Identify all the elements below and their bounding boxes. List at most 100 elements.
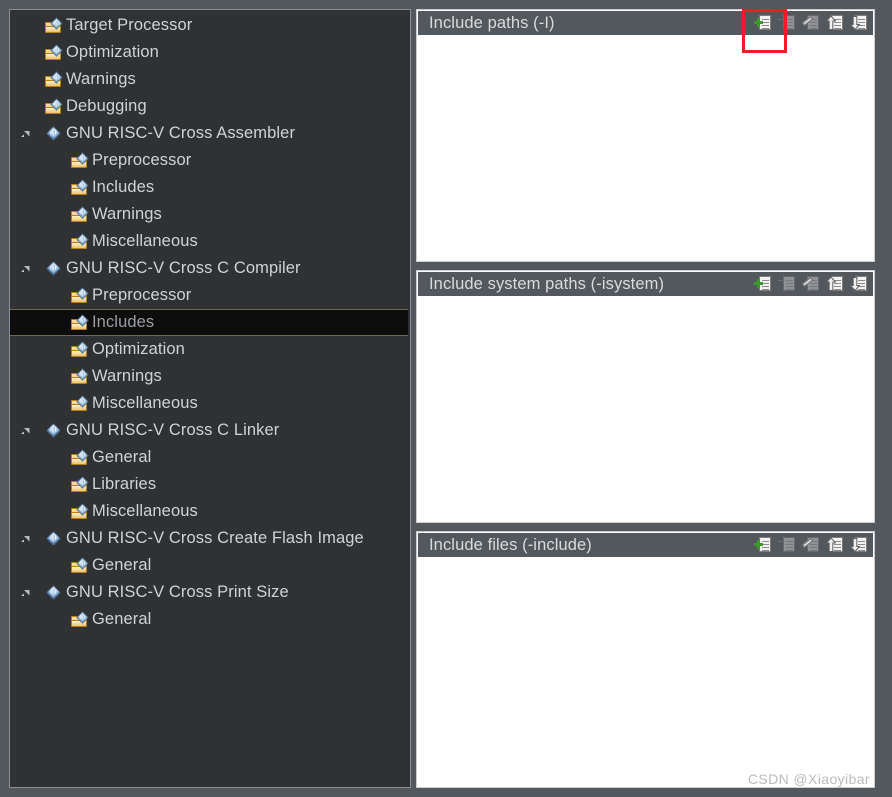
tree-item-preprocessor[interactable]: Preprocessor bbox=[10, 282, 410, 309]
include-paths-toolbar bbox=[754, 14, 867, 32]
tree-item-label: Optimization bbox=[92, 340, 185, 358]
tree-item-label: Preprocessor bbox=[92, 286, 192, 304]
folder-tool-icon bbox=[71, 394, 89, 412]
tree-item-label: Includes bbox=[92, 313, 155, 331]
include-paths-add-icon[interactable] bbox=[754, 14, 771, 32]
tree-item-label: Target Processor bbox=[66, 16, 193, 34]
folder-tool-icon bbox=[71, 232, 89, 250]
include-system-paths-header: Include system paths (-isystem) bbox=[417, 271, 874, 297]
include-system-paths-toolbar bbox=[754, 275, 867, 293]
include-files-panel[interactable]: Include files (-include) bbox=[416, 531, 875, 788]
tree-item-label: General bbox=[92, 556, 152, 574]
tree-item-label: GNU RISC-V Cross Create Flash Image bbox=[66, 529, 364, 547]
tree-item-includes[interactable]: Includes bbox=[10, 174, 410, 201]
include-files-title: Include files (-include) bbox=[429, 535, 592, 554]
folder-tool-icon bbox=[45, 97, 63, 115]
plus-shape bbox=[754, 279, 763, 288]
up-arrow-shape bbox=[826, 277, 836, 291]
up-arrow-shape bbox=[826, 538, 836, 552]
tree-list[interactable]: Target Processor Optimization Warnings Debu… bbox=[10, 10, 410, 633]
tree-item-debugging[interactable]: Debugging bbox=[10, 93, 410, 120]
include-system-paths-move-down-icon[interactable] bbox=[850, 275, 867, 293]
watermark: CSDN @Xiaoyibar bbox=[747, 771, 870, 787]
include-files-add-icon[interactable] bbox=[754, 536, 771, 554]
up-arrow-shape bbox=[826, 16, 836, 30]
include-system-paths-move-up-icon[interactable] bbox=[826, 275, 843, 293]
include-files-move-down-icon[interactable] bbox=[850, 536, 867, 554]
tree-item-miscellaneous[interactable]: Miscellaneous bbox=[10, 228, 410, 255]
tree-item-target-processor[interactable]: Target Processor bbox=[10, 12, 410, 39]
folder-tool-icon bbox=[71, 286, 89, 304]
tree-item-general[interactable]: General bbox=[10, 552, 410, 579]
folder-tool-icon bbox=[71, 556, 89, 574]
tree-item-label: Miscellaneous bbox=[92, 502, 198, 520]
tree-item-label: GNU RISC-V Cross C Linker bbox=[66, 421, 280, 439]
folder-tool-icon bbox=[71, 367, 89, 385]
twisty-expanded-icon[interactable] bbox=[20, 129, 31, 140]
include-system-paths-list[interactable] bbox=[417, 297, 874, 522]
include-paths-panel[interactable]: Include paths (-I) bbox=[416, 9, 875, 262]
include-paths-edit-icon[interactable] bbox=[801, 14, 819, 32]
folder-tool-icon bbox=[45, 43, 63, 61]
folder-tool-icon bbox=[71, 205, 89, 223]
twisty-expanded-icon[interactable] bbox=[20, 534, 31, 545]
include-system-paths-add-icon[interactable] bbox=[754, 275, 771, 293]
tree-item-miscellaneous[interactable]: Miscellaneous bbox=[10, 390, 410, 417]
tree-item-gnu-risc-v-cross-print-size[interactable]: GNU RISC-V Cross Print Size bbox=[10, 579, 410, 606]
tree-item-gnu-risc-v-cross-assembler[interactable]: GNU RISC-V Cross Assembler bbox=[10, 120, 410, 147]
include-files-move-up-icon[interactable] bbox=[826, 536, 843, 554]
tree-item-gnu-risc-v-cross-c-linker[interactable]: GNU RISC-V Cross C Linker bbox=[10, 417, 410, 444]
tree-item-preprocessor[interactable]: Preprocessor bbox=[10, 147, 410, 174]
tree-item-miscellaneous[interactable]: Miscellaneous bbox=[10, 498, 410, 525]
tree-item-warnings[interactable]: Warnings bbox=[10, 363, 410, 390]
include-paths-delete-icon[interactable] bbox=[778, 14, 795, 32]
include-paths-title: Include paths (-I) bbox=[429, 13, 555, 32]
tree-item-label: Libraries bbox=[92, 475, 157, 493]
folder-tool-icon bbox=[45, 70, 63, 88]
tree-item-libraries[interactable]: Libraries bbox=[10, 471, 410, 498]
tree-item-warnings[interactable]: Warnings bbox=[10, 201, 410, 228]
plus-shape bbox=[754, 18, 763, 27]
tree-item-warnings[interactable]: Warnings bbox=[10, 66, 410, 93]
include-files-delete-icon[interactable] bbox=[778, 536, 795, 554]
notch-shape bbox=[778, 275, 784, 281]
include-paths-move-up-icon[interactable] bbox=[826, 14, 843, 32]
down-arrow-shape bbox=[850, 16, 860, 30]
include-paths-header: Include paths (-I) bbox=[417, 10, 874, 36]
include-system-paths-delete-icon[interactable] bbox=[778, 275, 795, 293]
folder-tool-icon bbox=[71, 178, 89, 196]
tree-item-label: Optimization bbox=[66, 43, 159, 61]
tree-item-gnu-risc-v-cross-c-compiler[interactable]: GNU RISC-V Cross C Compiler bbox=[10, 255, 410, 282]
include-paths-list[interactable] bbox=[417, 36, 874, 261]
include-paths-move-down-icon[interactable] bbox=[850, 14, 867, 32]
tree-item-includes[interactable]: Includes bbox=[10, 309, 408, 336]
include-files-list[interactable] bbox=[417, 558, 874, 787]
down-arrow-shape bbox=[850, 277, 860, 291]
notch-shape bbox=[778, 14, 784, 20]
twisty-expanded-icon[interactable] bbox=[20, 426, 31, 437]
document-shape bbox=[783, 276, 795, 291]
include-system-paths-panel[interactable]: Include system paths (-isystem) bbox=[416, 270, 875, 523]
tool-gem-icon bbox=[45, 530, 63, 547]
tree-item-gnu-risc-v-cross-create-flash-image[interactable]: GNU RISC-V Cross Create Flash Image bbox=[10, 525, 410, 552]
tree-item-label: GNU RISC-V Cross C Compiler bbox=[66, 259, 301, 277]
folder-tool-icon bbox=[71, 340, 89, 358]
tree-item-optimization[interactable]: Optimization bbox=[10, 39, 410, 66]
tool-gem-icon bbox=[45, 260, 63, 277]
include-files-edit-icon[interactable] bbox=[801, 536, 819, 554]
include-system-paths-edit-icon[interactable] bbox=[801, 275, 819, 293]
tree-item-label: Preprocessor bbox=[92, 151, 192, 169]
folder-tool-icon bbox=[45, 16, 63, 34]
folder-tool-icon bbox=[71, 475, 89, 493]
tree-item-label: GNU RISC-V Cross Assembler bbox=[66, 124, 296, 142]
tree-item-label: Debugging bbox=[66, 97, 147, 115]
notch-shape bbox=[778, 536, 784, 542]
build-settings-tree-panel[interactable]: Target Processor Optimization Warnings Debu… bbox=[9, 9, 411, 788]
document-shape bbox=[783, 15, 795, 30]
tree-item-optimization[interactable]: Optimization bbox=[10, 336, 410, 363]
tree-item-general[interactable]: General bbox=[10, 606, 410, 633]
folder-tool-icon bbox=[71, 448, 89, 466]
twisty-expanded-icon[interactable] bbox=[20, 588, 31, 599]
twisty-expanded-icon[interactable] bbox=[20, 264, 31, 275]
tree-item-general[interactable]: General bbox=[10, 444, 410, 471]
